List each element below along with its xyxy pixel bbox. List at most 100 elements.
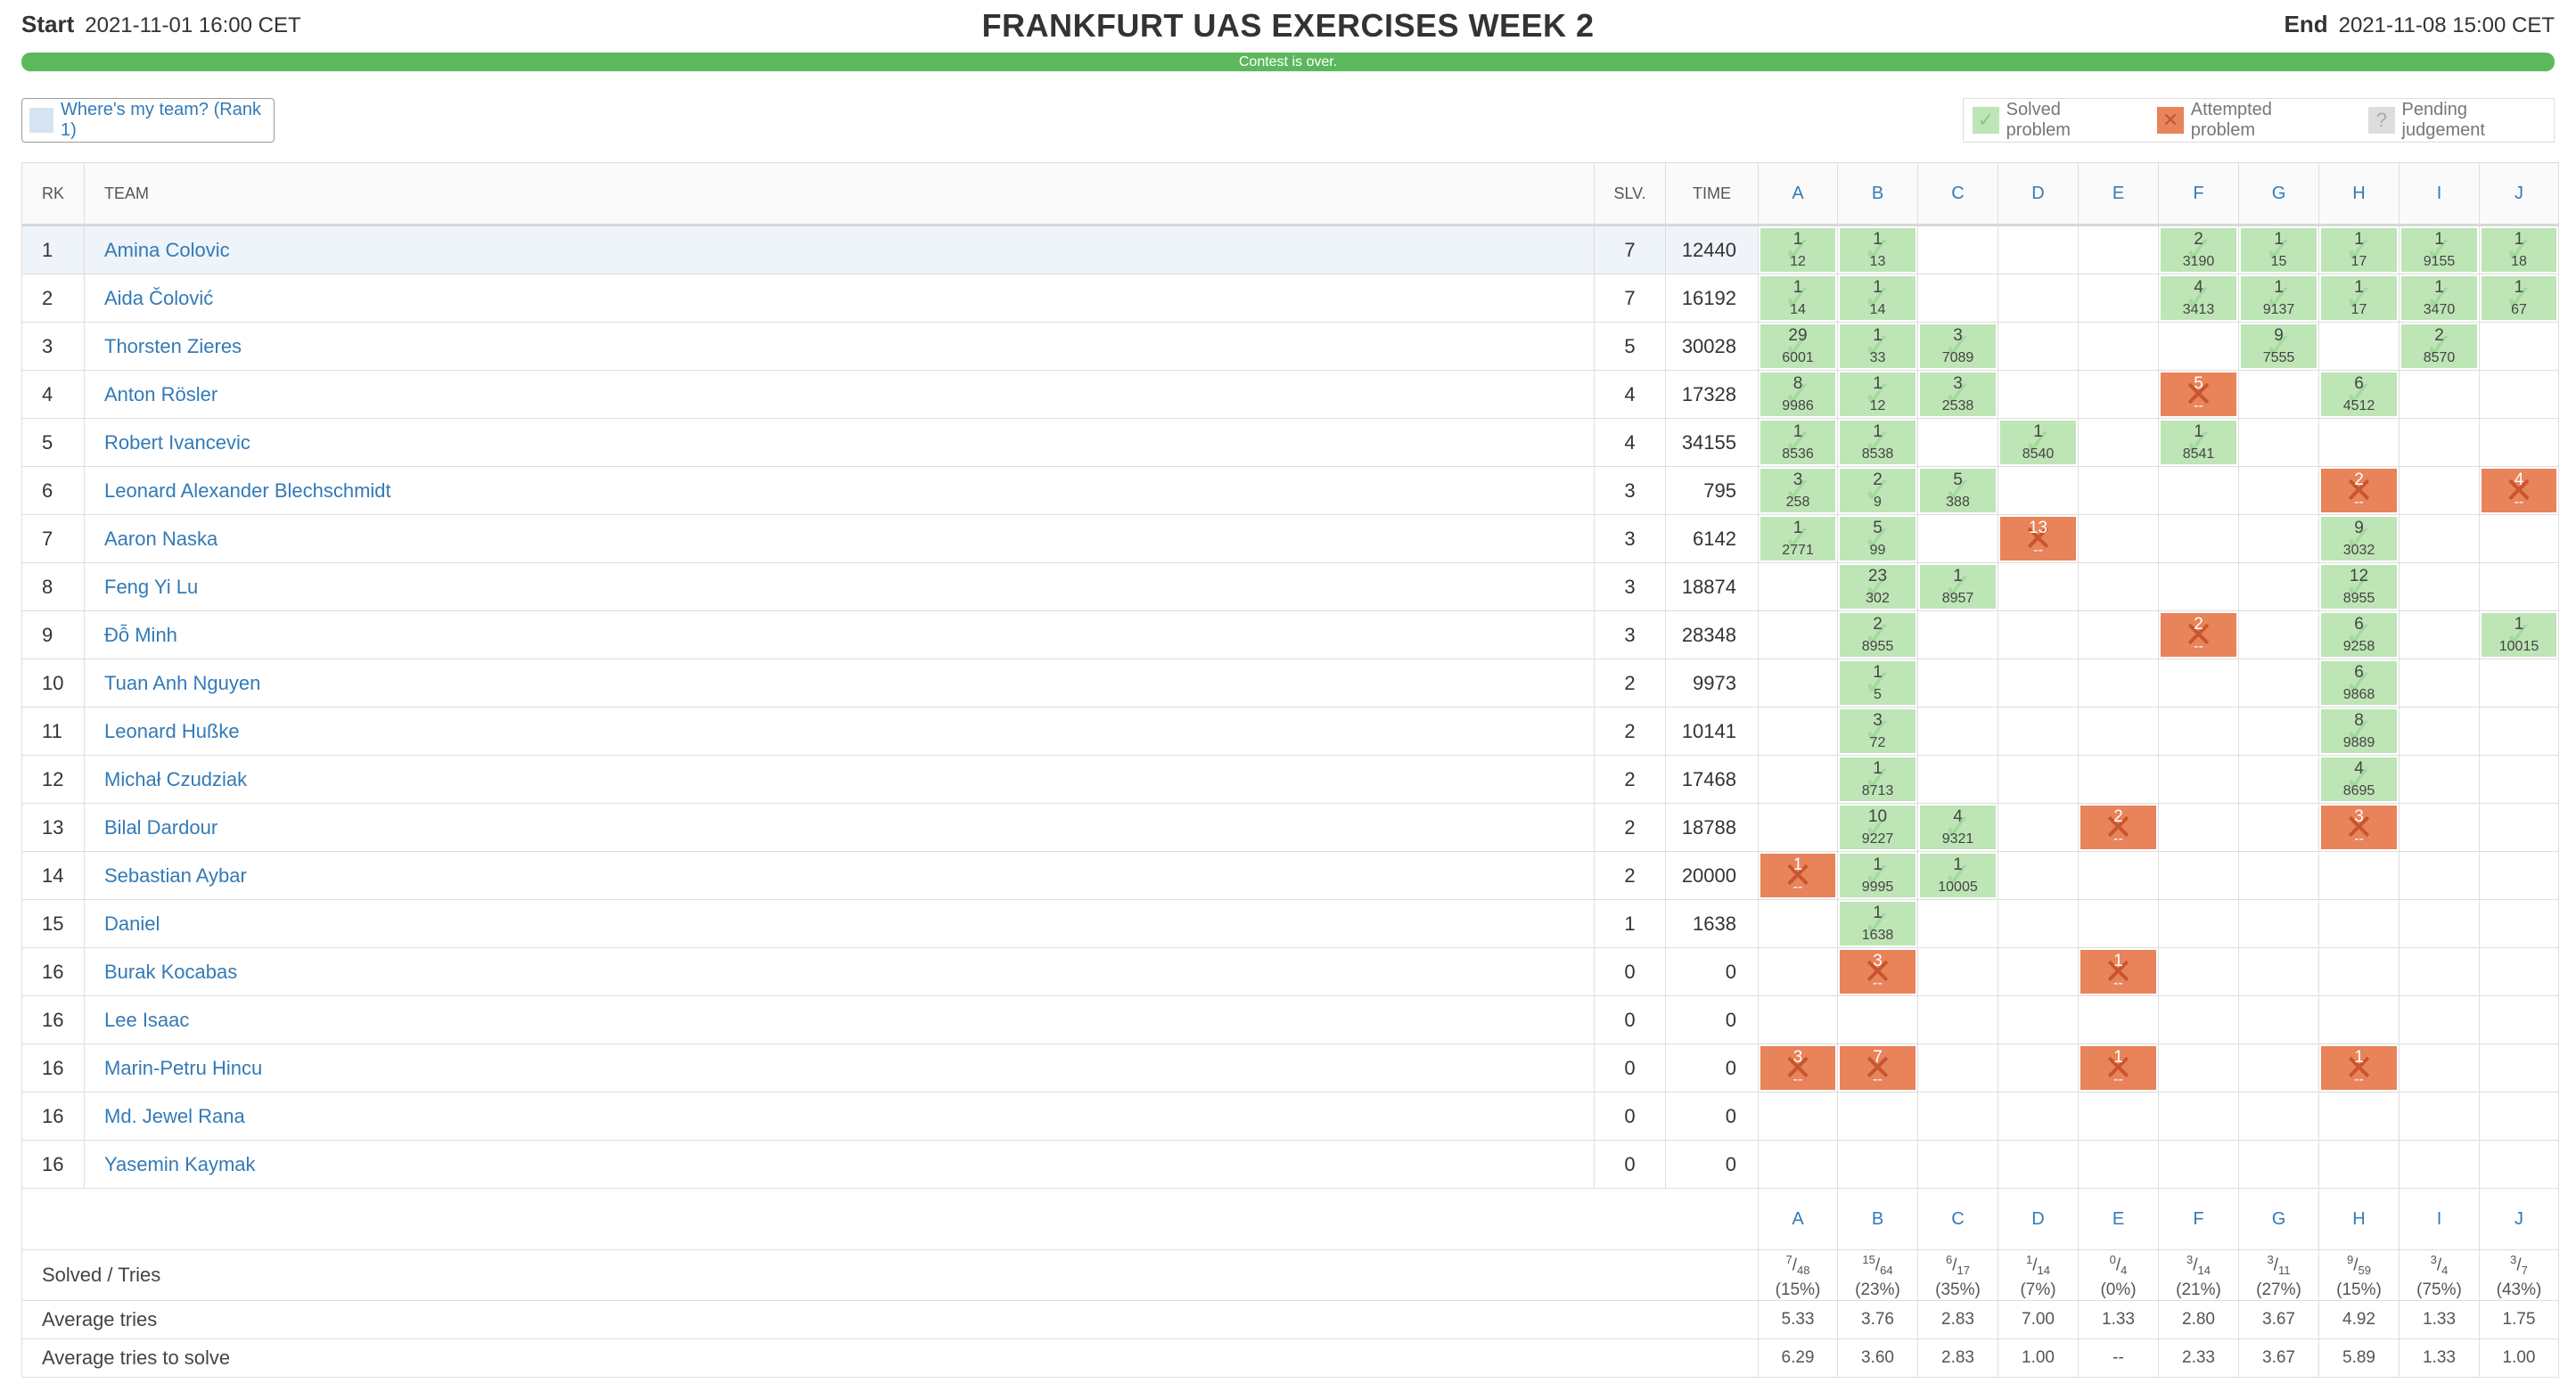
problem-cell-b[interactable]: ✓ 2 8955 xyxy=(1837,610,1918,659)
team-row[interactable]: 2 Aida Čolović 7 16192 ✓ 1 14 ✓ 1 14 ✓ 4 3413 ✓ 1 9137 ✓… xyxy=(21,274,2559,323)
problem-cell-h[interactable]: ✓ 6 9868 xyxy=(2318,659,2400,708)
problem-header-f[interactable]: F xyxy=(2158,162,2239,226)
problem-cell-h[interactable]: ✓ 4 8695 xyxy=(2318,755,2400,804)
problem-cell-f[interactable]: ✕ 5 -- xyxy=(2158,370,2239,419)
problem-cell-h[interactable]: ✓ 1 17 xyxy=(2318,274,2400,323)
problem-cell-h[interactable]: ✓ 1 17 xyxy=(2318,225,2400,274)
problem-cell-h[interactable]: ✓ 8 9889 xyxy=(2318,707,2400,756)
problem-cell-e[interactable]: ✕ 2 -- xyxy=(2078,803,2159,852)
problem-cell-b[interactable]: ✓ 23 302 xyxy=(1837,562,1918,611)
problem-cell-j[interactable]: ✓ 1 10015 xyxy=(2479,610,2559,659)
team-name-link[interactable]: Bilal Dardour xyxy=(84,803,1595,852)
team-name-link[interactable]: Anton Rösler xyxy=(84,370,1595,419)
team-name-link[interactable]: Yasemin Kaymak xyxy=(84,1140,1595,1189)
stats-problem-label-d[interactable]: D xyxy=(1998,1188,2079,1250)
problem-header-e[interactable]: E xyxy=(2078,162,2159,226)
problem-cell-b[interactable]: ✓ 3 72 xyxy=(1837,707,1918,756)
team-name-link[interactable]: Aida Čolović xyxy=(84,274,1595,323)
stats-problem-label-b[interactable]: B xyxy=(1837,1188,1918,1250)
stats-problem-label-g[interactable]: G xyxy=(2238,1188,2319,1250)
team-row[interactable]: 16 Burak Kocabas 0 0 ✕ 3 -- ✕ 1 -- xyxy=(21,947,2559,996)
team-row[interactable]: 16 Yasemin Kaymak 0 0 xyxy=(21,1140,2559,1189)
team-row[interactable]: 7 Aaron Naska 3 6142 ✓ 1 2771 ✓ 5 99 ✕ 13 -- ✓ 9 3032 xyxy=(21,514,2559,563)
problem-header-j[interactable]: J xyxy=(2479,162,2559,226)
where-is-my-team-button[interactable]: Where's my team? (Rank 1) xyxy=(21,98,275,143)
problem-cell-b[interactable]: ✓ 1 9995 xyxy=(1837,851,1918,900)
problem-cell-c[interactable]: ✓ 1 8957 xyxy=(1917,562,1998,611)
team-row[interactable]: 5 Robert Ivancevic 4 34155 ✓ 1 8536 ✓ 1 8538 ✓ 1 854… xyxy=(21,418,2559,467)
team-name-link[interactable]: Leonard Hußke xyxy=(84,707,1595,756)
stats-problem-label-j[interactable]: J xyxy=(2479,1188,2559,1250)
team-name-link[interactable]: Burak Kocabas xyxy=(84,947,1595,996)
team-name-link[interactable]: Michał Czudziak xyxy=(84,755,1595,804)
problem-cell-j[interactable]: ✓ 1 67 xyxy=(2479,274,2559,323)
team-name-link[interactable]: Lee Isaac xyxy=(84,995,1595,1044)
stats-problem-label-i[interactable]: I xyxy=(2399,1188,2480,1250)
problem-cell-a[interactable]: ✓ 1 14 xyxy=(1758,274,1838,323)
problem-cell-e[interactable]: ✕ 1 -- xyxy=(2078,1043,2159,1092)
problem-cell-b[interactable]: ✓ 1 8713 xyxy=(1837,755,1918,804)
problem-cell-h[interactable]: ✕ 3 -- xyxy=(2318,803,2400,852)
problem-cell-d[interactable]: ✕ 13 -- xyxy=(1998,514,2079,563)
problem-cell-b[interactable]: ✕ 3 -- xyxy=(1837,947,1918,996)
problem-cell-j[interactable]: ✓ 1 18 xyxy=(2479,225,2559,274)
problem-header-b[interactable]: B xyxy=(1837,162,1918,226)
team-row[interactable]: 12 Michał Czudziak 2 17468 ✓ 1 8713 ✓ 4 8695 xyxy=(21,755,2559,804)
problem-cell-h[interactable]: ✓ 9 3032 xyxy=(2318,514,2400,563)
problem-cell-b[interactable]: ✓ 1 13 xyxy=(1837,225,1918,274)
team-name-link[interactable]: Sebastian Aybar xyxy=(84,851,1595,900)
stats-problem-label-c[interactable]: C xyxy=(1917,1188,1998,1250)
team-row[interactable]: 14 Sebastian Aybar 2 20000 ✕ 1 -- ✓ 1 9995 ✓ 1 10005 xyxy=(21,851,2559,900)
problem-cell-d[interactable]: ✓ 1 8540 xyxy=(1998,418,2079,467)
problem-cell-a[interactable]: ✓ 8 9986 xyxy=(1758,370,1838,419)
problem-cell-g[interactable]: ✓ 1 9137 xyxy=(2238,274,2319,323)
problem-header-h[interactable]: H xyxy=(2318,162,2400,226)
problem-cell-a[interactable]: ✕ 1 -- xyxy=(1758,851,1838,900)
problem-cell-b[interactable]: ✓ 10 9227 xyxy=(1837,803,1918,852)
problem-header-a[interactable]: A xyxy=(1758,162,1838,226)
problem-cell-a[interactable]: ✕ 3 -- xyxy=(1758,1043,1838,1092)
problem-cell-b[interactable]: ✓ 1 5 xyxy=(1837,659,1918,708)
team-row[interactable]: 4 Anton Rösler 4 17328 ✓ 8 9986 ✓ 1 12 ✓ 3 2538 ✕ 5 -- ✓… xyxy=(21,370,2559,419)
problem-cell-g[interactable]: ✓ 1 15 xyxy=(2238,225,2319,274)
problem-cell-f[interactable]: ✓ 1 8541 xyxy=(2158,418,2239,467)
problem-cell-c[interactable]: ✓ 4 9321 xyxy=(1917,803,1998,852)
team-name-link[interactable]: Aaron Naska xyxy=(84,514,1595,563)
problem-cell-h[interactable]: ✓ 6 9258 xyxy=(2318,610,2400,659)
team-name-link[interactable]: Md. Jewel Rana xyxy=(84,1092,1595,1141)
problem-cell-b[interactable]: ✕ 7 -- xyxy=(1837,1043,1918,1092)
problem-cell-a[interactable]: ✓ 3 258 xyxy=(1758,466,1838,515)
problem-cell-e[interactable]: ✕ 1 -- xyxy=(2078,947,2159,996)
problem-header-g[interactable]: G xyxy=(2238,162,2319,226)
problem-cell-f[interactable]: ✓ 2 3190 xyxy=(2158,225,2239,274)
problem-cell-b[interactable]: ✓ 1 1638 xyxy=(1837,899,1918,948)
team-row[interactable]: 16 Lee Isaac 0 0 xyxy=(21,995,2559,1044)
problem-cell-c[interactable]: ✓ 1 10005 xyxy=(1917,851,1998,900)
problem-cell-b[interactable]: ✓ 1 14 xyxy=(1837,274,1918,323)
stats-problem-label-h[interactable]: H xyxy=(2318,1188,2400,1250)
problem-cell-b[interactable]: ✓ 1 12 xyxy=(1837,370,1918,419)
problem-header-c[interactable]: C xyxy=(1917,162,1998,226)
problem-cell-i[interactable]: ✓ 2 8570 xyxy=(2399,322,2480,371)
problem-cell-h[interactable]: ✓ 6 4512 xyxy=(2318,370,2400,419)
problem-cell-h[interactable]: ✕ 1 -- xyxy=(2318,1043,2400,1092)
problem-cell-g[interactable]: ✓ 9 7555 xyxy=(2238,322,2319,371)
problem-cell-c[interactable]: ✓ 3 7089 xyxy=(1917,322,1998,371)
team-name-link[interactable]: Amina Colovic xyxy=(84,225,1595,274)
team-row[interactable]: 15 Daniel 1 1638 ✓ 1 1638 xyxy=(21,899,2559,948)
problem-header-d[interactable]: D xyxy=(1998,162,2079,226)
problem-cell-c[interactable]: ✓ 3 2538 xyxy=(1917,370,1998,419)
problem-cell-h[interactable]: ✕ 2 -- xyxy=(2318,466,2400,515)
team-name-link[interactable]: Leonard Alexander Blechschmidt xyxy=(84,466,1595,515)
problem-cell-b[interactable]: ✓ 5 99 xyxy=(1837,514,1918,563)
team-row[interactable]: 11 Leonard Hußke 2 10141 ✓ 3 72 ✓ 8 9889 xyxy=(21,707,2559,756)
team-row[interactable]: 13 Bilal Dardour 2 18788 ✓ 10 9227 ✓ 4 9321 ✕ 2 -- ✕ 3… xyxy=(21,803,2559,852)
team-name-link[interactable]: Thorsten Zieres xyxy=(84,322,1595,371)
problem-cell-f[interactable]: ✕ 2 -- xyxy=(2158,610,2239,659)
problem-cell-j[interactable]: ✕ 4 -- xyxy=(2479,466,2559,515)
team-name-link[interactable]: Feng Yi Lu xyxy=(84,562,1595,611)
problem-header-i[interactable]: I xyxy=(2399,162,2480,226)
problem-cell-i[interactable]: ✓ 1 9155 xyxy=(2399,225,2480,274)
team-row[interactable]: 8 Feng Yi Lu 3 18874 ✓ 23 302 ✓ 1 8957 ✓ 12 8955 xyxy=(21,562,2559,611)
team-name-link[interactable]: Daniel xyxy=(84,899,1595,948)
